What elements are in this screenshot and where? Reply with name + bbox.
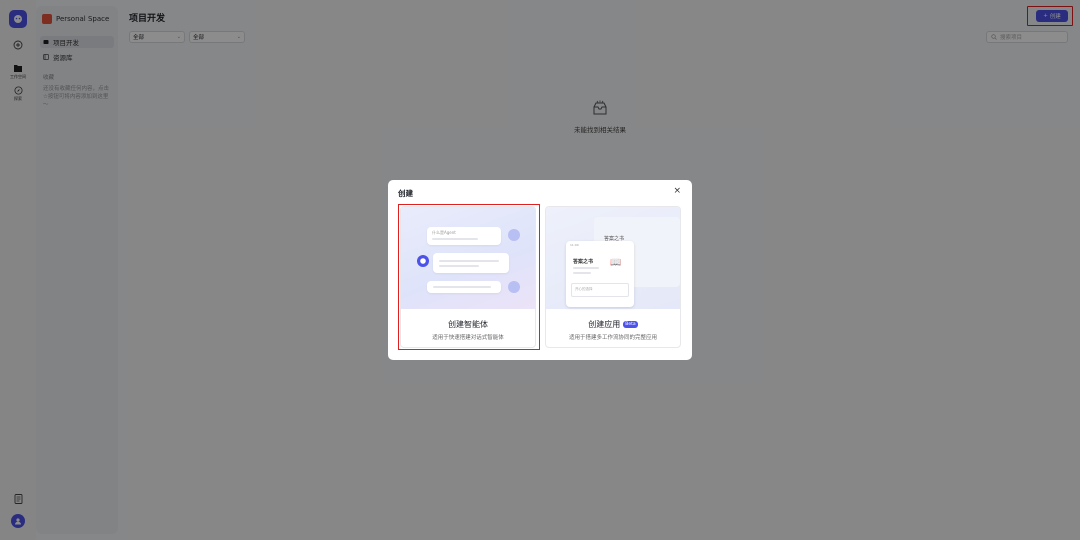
- phone-preview: 11:00 答案之书 📖 开心的选择: [566, 241, 634, 307]
- card-title: 创建应用 Beta: [546, 319, 680, 330]
- create-app-card[interactable]: 答案之书 11:00 答案之书 📖 开心的选择 创建应用 Beta 适用于搭建多…: [545, 206, 681, 348]
- preview-phone-title: 答案之书: [573, 259, 594, 265]
- preview-status-time: 11:00: [570, 243, 579, 247]
- book-icon: 📖: [610, 258, 622, 268]
- card-description: 适用于搭建多工作流协同的完整应用: [568, 335, 657, 341]
- modal-title: 创建: [398, 189, 413, 198]
- agent-card-highlight: [398, 204, 540, 350]
- beta-badge: Beta: [623, 321, 638, 328]
- create-modal: 创建 × 什么是Agent 创建智能体 适用于快速搭建对话式智能体 答案之书 1…: [388, 180, 692, 360]
- preview-input-text: 开心的选择: [575, 287, 593, 291]
- card-title-text: 创建应用: [588, 320, 621, 329]
- app-preview-illustration: 答案之书 11:00 答案之书 📖 开心的选择: [546, 207, 680, 309]
- close-icon[interactable]: ×: [673, 186, 681, 196]
